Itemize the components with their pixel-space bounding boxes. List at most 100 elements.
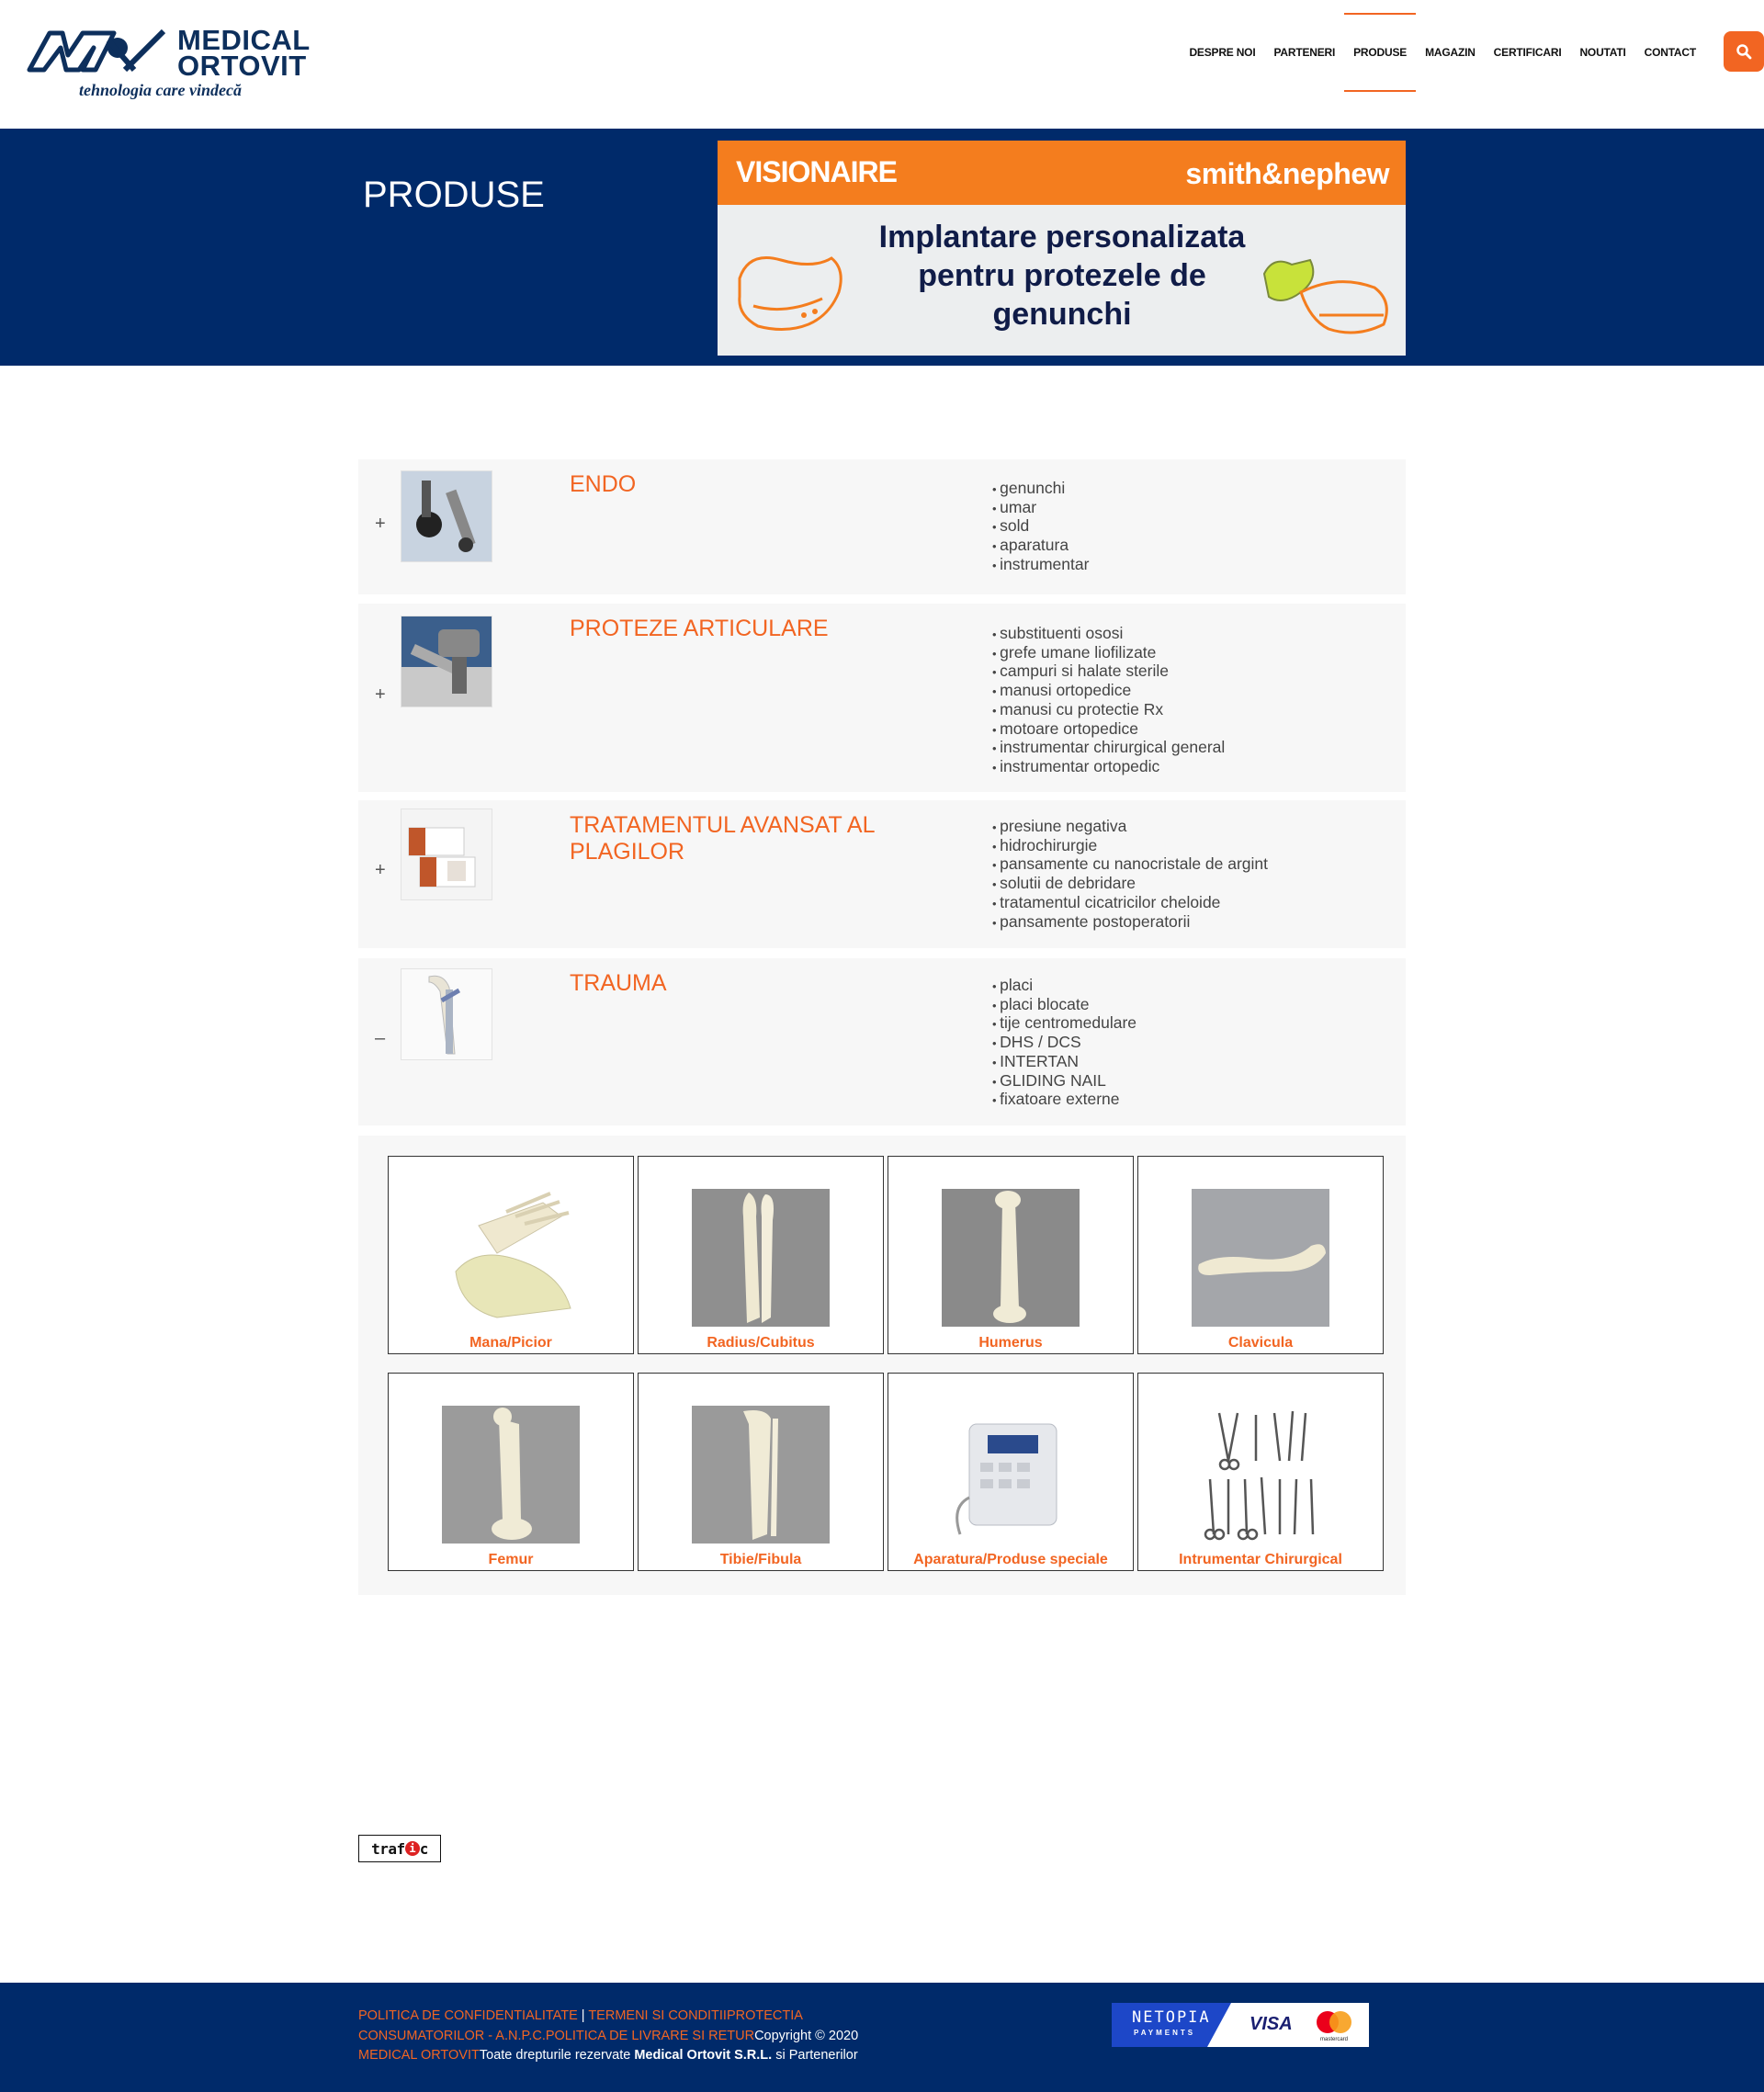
clavicle-bone-icon	[1192, 1189, 1329, 1327]
trafic-label-end: c	[419, 1839, 429, 1858]
page-title: PRODUSE	[363, 175, 545, 215]
list-item: instrumentar ortopedic	[992, 757, 1225, 777]
gallery-tile-tibie-fibula[interactable]: Tibie/Fibula	[638, 1373, 884, 1571]
gallery-caption[interactable]: Humerus	[888, 1335, 1133, 1351]
site-logo[interactable]: MEDICAL ORTOVIT tehnologia care vindecă	[26, 24, 311, 103]
gallery-caption[interactable]: Tibie/Fibula	[639, 1552, 883, 1568]
knee-implant-right-icon	[1262, 258, 1388, 334]
category-title[interactable]: TRATAMENTUL AVANSAT AL PLAGILOR	[570, 812, 919, 865]
mastercard-label: mastercard	[1320, 2037, 1348, 2042]
trafic-label-start: traf	[371, 1839, 405, 1858]
surgical-instruments-icon	[1192, 1406, 1329, 1544]
brand-tagline: tehnologia care vindecă	[79, 81, 242, 99]
footer-legal-text: POLITICA DE CONFIDENTIALITATE | TERMENI …	[358, 2007, 891, 2066]
collapse-toggle[interactable]: –	[375, 1028, 385, 1049]
gallery-caption[interactable]: Intrumentar Chirurgical	[1138, 1552, 1383, 1568]
netopia-sub-label: PAYMENTS	[1134, 2029, 1196, 2037]
brand-name-line2: ORTOVIT	[177, 50, 307, 82]
footer-rights: Toate drepturile rezervate	[479, 2048, 635, 2063]
nav-item-produse[interactable]: PRODUSE	[1344, 13, 1417, 92]
payment-methods: NETOPIA PAYMENTS VISA mastercard	[1112, 2003, 1369, 2047]
list-item: GLIDING NAIL	[992, 1071, 1136, 1091]
expand-toggle[interactable]: +	[375, 514, 386, 535]
list-item: placi blocate	[992, 995, 1136, 1015]
gallery-tile-clavicula[interactable]: Clavicula	[1137, 1156, 1384, 1354]
list-item: sold	[992, 517, 1089, 537]
search-button[interactable]	[1724, 31, 1764, 72]
footer-link-privacy[interactable]: POLITICA DE CONFIDENTIALITATE	[358, 2008, 578, 2023]
gallery-caption[interactable]: Femur	[389, 1552, 633, 1568]
category-row-tratamentul-plagilor[interactable]: + TRATAMENTUL AVANSAT AL PLAGILOR presiu…	[358, 800, 1406, 948]
category-row-endo[interactable]: + ENDO genunchi umar sold aparatura inst…	[358, 459, 1406, 594]
nav-item-contact[interactable]: CONTACT	[1635, 13, 1705, 92]
footer-brand-link[interactable]: MEDICAL ORTOVIT	[358, 2048, 480, 2063]
expand-toggle[interactable]: +	[375, 860, 386, 881]
list-item: motoare ortopedice	[992, 719, 1225, 740]
promo-banner[interactable]: VISIONAIRE smith&nephew Implantare perso…	[718, 141, 1406, 356]
mastercard-logo-icon: mastercard	[1317, 2011, 1351, 2042]
site-footer: POLITICA DE CONFIDENTIALITATE | TERMENI …	[0, 1983, 1764, 2092]
category-row-trauma[interactable]: – TRAUMA placi placi blocate tije centro…	[358, 958, 1406, 1125]
list-item: pansamente cu nanocristale de argint	[992, 855, 1268, 875]
medical-device-icon	[942, 1406, 1080, 1544]
trauma-product-gallery: Mana/Picior Radius/Cubitus Humerus Clavi…	[358, 1136, 1406, 1595]
trafic-i-icon: i	[404, 1841, 420, 1856]
list-item: aparatura	[992, 536, 1089, 556]
list-item: tije centromedulare	[992, 1014, 1136, 1034]
category-thumbnail	[401, 470, 492, 562]
list-item: solutii de debridare	[992, 874, 1268, 894]
list-item: fixatoare externe	[992, 1091, 1136, 1110]
list-item: manusi ortopedice	[992, 681, 1225, 701]
gallery-caption[interactable]: Aparatura/Produse speciale	[888, 1552, 1133, 1568]
category-row-proteze-articulare[interactable]: + PROTEZE ARTICULARE substituenti ososi …	[358, 604, 1406, 792]
knee-implant-left-icon	[738, 256, 842, 331]
nav-item-magazin[interactable]: MAGAZIN	[1416, 13, 1485, 92]
banner-brand-smith-nephew: smith&nephew	[1185, 157, 1389, 190]
list-item: presiune negativa	[992, 817, 1268, 837]
trafic-counter-badge[interactable]: traf i c	[358, 1835, 441, 1862]
list-item: instrumentar chirurgical general	[992, 739, 1225, 758]
gallery-tile-aparatura[interactable]: Aparatura/Produse speciale	[888, 1373, 1134, 1571]
footer-copyright: Copyright © 2020	[754, 2028, 859, 2043]
category-title[interactable]: ENDO	[570, 471, 919, 498]
intramedullary-nail-icon	[401, 969, 492, 1059]
list-item: hidrochirurgie	[992, 836, 1268, 856]
category-item-list: placi placi blocate tije centromedulare …	[992, 976, 1136, 1110]
main-nav: DESPRE NOI PARTENERI PRODUSE MAGAZIN CER…	[1180, 13, 1705, 92]
list-item: grefe umane liofilizate	[992, 643, 1225, 663]
category-item-list: presiune negativa hidrochirurgie pansame…	[992, 817, 1268, 932]
category-title[interactable]: PROTEZE ARTICULARE	[570, 616, 919, 642]
list-item: substituenti ososi	[992, 624, 1225, 644]
category-title[interactable]: TRAUMA	[570, 970, 919, 997]
gallery-caption[interactable]: Radius/Cubitus	[639, 1335, 883, 1351]
nav-item-noutati[interactable]: NOUTATI	[1570, 13, 1634, 92]
category-thumbnail	[401, 809, 492, 900]
list-item: placi	[992, 976, 1136, 996]
nav-item-parteneri[interactable]: PARTENERI	[1264, 13, 1344, 92]
category-item-list: substituenti ososi grefe umane liofiliza…	[992, 624, 1225, 777]
humerus-bone-icon	[942, 1189, 1080, 1327]
surgical-drill-icon	[401, 616, 492, 707]
banner-brand-strip: VISIONAIRE smith&nephew	[718, 141, 1406, 205]
visa-logo: VISA	[1250, 2014, 1293, 2034]
gallery-tile-femur[interactable]: Femur	[388, 1373, 634, 1571]
nav-item-despre-noi[interactable]: DESPRE NOI	[1180, 13, 1264, 92]
gallery-tile-humerus[interactable]: Humerus	[888, 1156, 1134, 1354]
footer-rights-tail: si Partenerilor	[772, 2048, 858, 2063]
footer-link-terms[interactable]: TERMENI SI CONDITII	[588, 2008, 727, 2023]
expand-toggle[interactable]: +	[375, 684, 386, 706]
footer-link-delivery[interactable]: POLITICA DE LIVRARE SI RETUR	[546, 2029, 754, 2043]
arthroscope-icon	[401, 471, 492, 561]
tibia-fibula-icon	[692, 1406, 830, 1544]
list-item: manusi cu protectie Rx	[992, 700, 1225, 720]
list-item: genunchi	[992, 479, 1089, 499]
category-thumbnail	[401, 968, 492, 1060]
radius-ulna-icon	[692, 1189, 830, 1327]
gallery-tile-mana-picior[interactable]: Mana/Picior	[388, 1156, 634, 1354]
list-item: umar	[992, 498, 1089, 518]
gallery-tile-instrumentar[interactable]: Intrumentar Chirurgical	[1137, 1373, 1384, 1571]
gallery-caption[interactable]: Clavicula	[1138, 1335, 1383, 1351]
gallery-caption[interactable]: Mana/Picior	[389, 1335, 633, 1351]
gallery-tile-radius-cubitus[interactable]: Radius/Cubitus	[638, 1156, 884, 1354]
nav-item-certificari[interactable]: CERTIFICARI	[1485, 13, 1571, 92]
